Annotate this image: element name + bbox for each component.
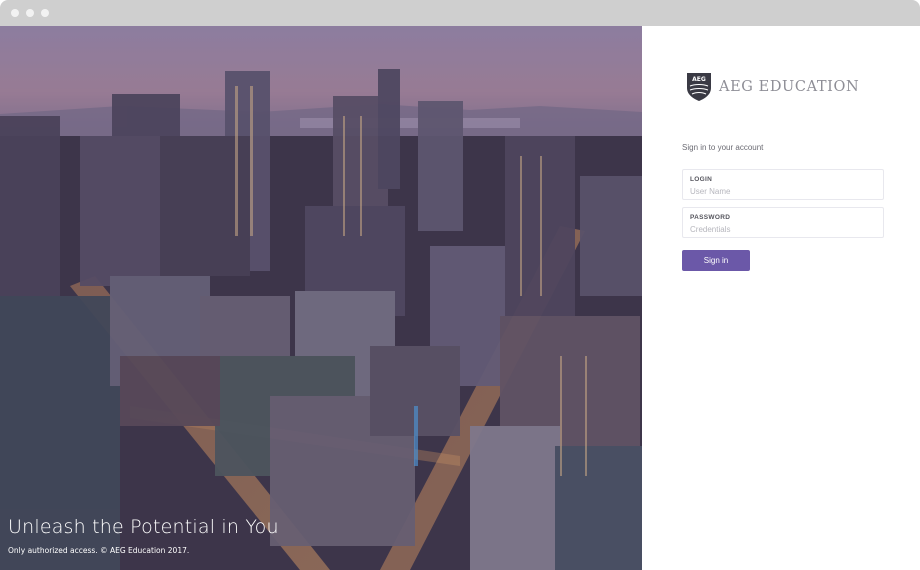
login-panel: AEG AEG EDUCATION Sign in to your accoun… [642,26,920,570]
login-field[interactable]: LOGIN [682,169,884,200]
hero-title: Unleash the Potential in You [8,516,279,538]
window-close-dot[interactable] [11,9,19,17]
window-titlebar [0,0,920,26]
hero-cityscape-image: Unleash the Potential in You Only author… [0,26,642,570]
aeg-shield-logo-icon: AEG [687,73,711,101]
password-label: PASSWORD [690,214,731,221]
login-label: LOGIN [690,176,713,183]
brand-name: AEG EDUCATION [719,79,860,95]
browser-window: Unleash the Potential in You Only author… [0,0,920,570]
username-input[interactable] [689,185,879,197]
logo-text: AEG [692,76,706,83]
window-maximize-dot[interactable] [41,9,49,17]
hero-tint-overlay [0,26,642,570]
brand: AEG AEG EDUCATION [686,72,859,102]
hero-footer-note: Only authorized access. © AEG Education … [8,546,190,555]
sign-in-button[interactable]: Sign in [682,250,750,271]
password-field[interactable]: PASSWORD [682,207,884,238]
signin-heading: Sign in to your account [682,143,764,152]
password-input[interactable] [689,223,879,235]
window-minimize-dot[interactable] [26,9,34,17]
